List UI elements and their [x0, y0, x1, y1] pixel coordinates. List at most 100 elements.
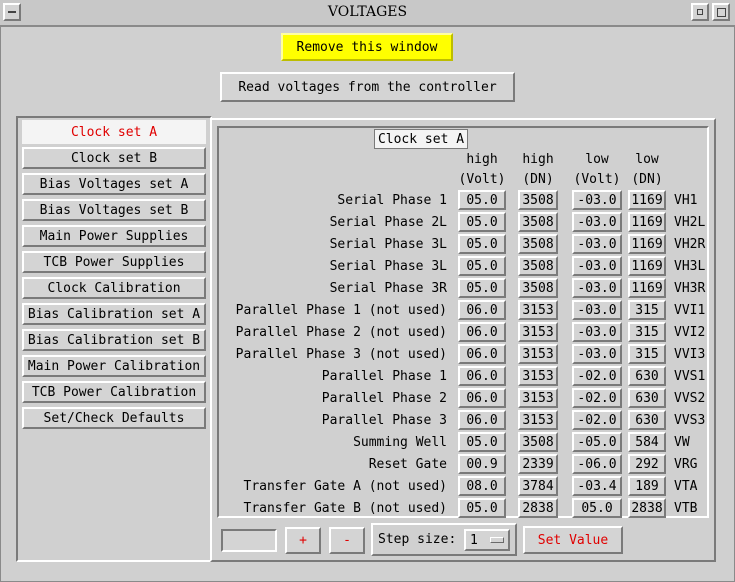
value-field-low-dn[interactable]: 292 — [628, 454, 666, 474]
value-field-high-volt[interactable]: 06.0 — [458, 410, 506, 430]
value-field-low-volt[interactable]: -03.0 — [572, 212, 622, 232]
value-field-low-dn[interactable]: 1169 — [628, 278, 666, 298]
tab-bias-calibration-set-b[interactable]: Bias Calibration set B — [22, 329, 206, 351]
tab-tcb-power-supplies[interactable]: TCB Power Supplies — [22, 251, 206, 273]
value-field-low-volt[interactable]: -02.0 — [572, 410, 622, 430]
value-text: -03.0 — [577, 192, 617, 208]
value-field-high-dn[interactable]: 3508 — [518, 256, 558, 276]
value-text: 05.0 — [581, 500, 613, 516]
value-field-high-dn[interactable]: 2838 — [518, 498, 558, 518]
value-field-low-dn[interactable]: 2838 — [628, 498, 666, 518]
tab-bias-calibration-set-a[interactable]: Bias Calibration set A — [22, 303, 206, 325]
value-field-high-dn[interactable]: 3508 — [518, 432, 558, 452]
value-field-high-dn[interactable]: 3153 — [518, 388, 558, 408]
value-field-high-volt[interactable]: 05.0 — [458, 256, 506, 276]
value-field-high-volt[interactable]: 05.0 — [458, 432, 506, 452]
value-text: 3153 — [522, 368, 554, 384]
value-field-low-dn[interactable]: 1169 — [628, 190, 666, 210]
panel-title-label: Clock set A — [377, 131, 465, 147]
value-field-high-dn[interactable]: 3153 — [518, 322, 558, 342]
value-field-low-dn[interactable]: 1169 — [628, 256, 666, 276]
value-field-high-dn[interactable]: 3153 — [518, 344, 558, 364]
value-input[interactable] — [221, 529, 277, 552]
tab-main-power-calibration[interactable]: Main Power Calibration — [22, 355, 206, 377]
value-text: 2838 — [522, 500, 554, 516]
tab-clock-calibration[interactable]: Clock Calibration — [22, 277, 206, 299]
value-field-low-dn[interactable]: 1169 — [628, 234, 666, 254]
value-field-low-dn[interactable]: 315 — [628, 322, 666, 342]
tab-bias-voltages-set-b[interactable]: Bias Voltages set B — [22, 199, 206, 221]
title-bar[interactable]: VOLTAGES — [0, 0, 735, 26]
value-field-high-dn[interactable]: 3508 — [518, 212, 558, 232]
value-text: 630 — [635, 390, 659, 406]
value-field-high-dn[interactable]: 3153 — [518, 410, 558, 430]
value-field-high-dn[interactable]: 3508 — [518, 190, 558, 210]
value-field-low-volt[interactable]: -03.0 — [572, 234, 622, 254]
value-field-low-dn[interactable]: 315 — [628, 344, 666, 364]
value-field-high-dn[interactable]: 3153 — [518, 366, 558, 386]
value-field-low-dn[interactable]: 189 — [628, 476, 666, 496]
value-field-low-dn[interactable]: 630 — [628, 410, 666, 430]
value-field-high-volt[interactable]: 08.0 — [458, 476, 506, 496]
value-text: 189 — [635, 478, 659, 494]
step-size-select[interactable]: 1 — [464, 529, 510, 551]
value-field-high-dn[interactable]: 2339 — [518, 454, 558, 474]
plus-button[interactable]: + — [285, 527, 321, 554]
value-field-low-volt[interactable]: -03.0 — [572, 322, 622, 342]
value-field-low-dn[interactable]: 630 — [628, 366, 666, 386]
value-field-high-dn[interactable]: 3508 — [518, 234, 558, 254]
value-field-low-dn[interactable]: 630 — [628, 388, 666, 408]
row-label: Serial Phase 3L — [329, 237, 447, 252]
value-field-low-volt[interactable]: -03.0 — [572, 190, 622, 210]
value-field-low-volt[interactable]: -03.0 — [572, 256, 622, 276]
tab-tcb-power-calibration[interactable]: TCB Power Calibration — [22, 381, 206, 403]
minimize-icon — [697, 9, 703, 15]
tab-main-power-supplies[interactable]: Main Power Supplies — [22, 225, 206, 247]
tab-label: Bias Calibration set A — [27, 306, 201, 322]
value-field-high-volt[interactable]: 06.0 — [458, 366, 506, 386]
value-field-high-volt[interactable]: 05.0 — [458, 278, 506, 298]
value-field-low-volt[interactable]: -02.0 — [572, 366, 622, 386]
tab-set-check-defaults[interactable]: Set/Check Defaults — [22, 407, 206, 429]
maximize-button[interactable] — [712, 3, 730, 21]
value-field-high-volt[interactable]: 05.0 — [458, 498, 506, 518]
value-field-high-volt[interactable]: 06.0 — [458, 300, 506, 320]
value-field-high-volt[interactable]: 05.0 — [458, 190, 506, 210]
tab-bias-voltages-set-a[interactable]: Bias Voltages set A — [22, 173, 206, 195]
value-field-low-dn[interactable]: 315 — [628, 300, 666, 320]
value-text: 3153 — [522, 324, 554, 340]
row-label: Transfer Gate A (not used) — [243, 479, 448, 494]
value-field-low-volt[interactable]: -06.0 — [572, 454, 622, 474]
minimize-button[interactable] — [691, 3, 709, 21]
value-text: 1169 — [631, 236, 663, 252]
value-field-low-volt[interactable]: -03.0 — [572, 344, 622, 364]
value-field-high-volt[interactable]: 06.0 — [458, 344, 506, 364]
tab-clock-set-b[interactable]: Clock set B — [22, 147, 206, 169]
minus-button[interactable]: - — [329, 527, 365, 554]
value-field-low-volt[interactable]: -03.0 — [572, 300, 622, 320]
set-value-button[interactable]: Set Value — [523, 526, 623, 554]
value-field-high-volt[interactable]: 05.0 — [458, 212, 506, 232]
value-field-high-dn[interactable]: 3784 — [518, 476, 558, 496]
value-field-high-volt[interactable]: 00.9 — [458, 454, 506, 474]
value-text: -03.0 — [577, 280, 617, 296]
value-field-low-dn[interactable]: 1169 — [628, 212, 666, 232]
value-field-high-volt[interactable]: 06.0 — [458, 388, 506, 408]
row-code: VH3L — [674, 259, 706, 274]
value-field-high-volt[interactable]: 05.0 — [458, 234, 506, 254]
column-header-l1: low — [585, 152, 609, 167]
value-field-low-volt[interactable]: -03.4 — [572, 476, 622, 496]
tab-label: TCB Power Supplies — [43, 254, 185, 270]
value-field-low-dn[interactable]: 584 — [628, 432, 666, 452]
value-field-high-dn[interactable]: 3508 — [518, 278, 558, 298]
tab-clock-set-a[interactable]: Clock set A — [22, 120, 206, 144]
value-field-low-volt[interactable]: -03.0 — [572, 278, 622, 298]
value-field-high-dn[interactable]: 3153 — [518, 300, 558, 320]
read-voltages-button[interactable]: Read voltages from the controller — [220, 72, 515, 102]
value-field-low-volt[interactable]: -02.0 — [572, 388, 622, 408]
value-field-low-volt[interactable]: -05.0 — [572, 432, 622, 452]
remove-window-button[interactable]: Remove this window — [281, 33, 453, 61]
value-field-high-volt[interactable]: 06.0 — [458, 322, 506, 342]
value-field-low-volt[interactable]: 05.0 — [572, 498, 622, 518]
row-code: VH1 — [674, 193, 698, 208]
